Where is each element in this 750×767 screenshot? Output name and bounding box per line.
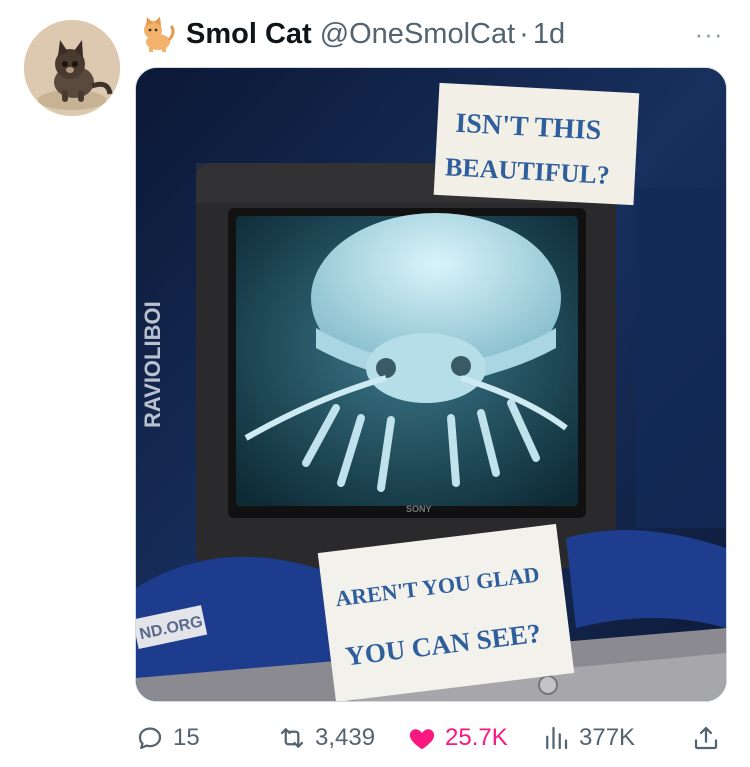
post-media-image[interactable]: SONY ISN'T THIS BEAUTIFUL? RAVIOLIBOI ND… [135, 67, 727, 702]
kitten-avatar-image [24, 20, 120, 116]
more-options-button[interactable]: ··· [692, 14, 726, 54]
display-name[interactable]: Smol Cat [186, 18, 312, 51]
like-count: 25.7K [445, 724, 508, 751]
more-icon: ··· [694, 18, 724, 49]
side-watermark: RAVIOLIBOI [140, 301, 165, 428]
analytics-icon [546, 726, 568, 750]
tv-isopod-photo: SONY ISN'T THIS BEAUTIFUL? RAVIOLIBOI ND… [136, 68, 726, 701]
reply-count: 15 [173, 724, 200, 751]
like-button[interactable]: 25.7K [407, 718, 508, 758]
top-sign: ISN'T THIS BEAUTIFUL? [433, 82, 640, 206]
heart-icon [409, 729, 435, 750]
share-icon [694, 726, 718, 750]
share-button[interactable] [691, 718, 721, 758]
post-timestamp[interactable]: 1d [533, 18, 565, 51]
repost-button[interactable]: 3,439 [277, 718, 375, 758]
repost-count: 3,439 [315, 724, 376, 751]
separator-dot: · [519, 17, 529, 50]
repost-icon [280, 728, 304, 748]
tweet-action-bar: 15 3,439 25.7K 377K [135, 718, 725, 758]
reply-icon [138, 727, 162, 750]
bottom-sign: AREN'T YOU GLAD YOU CAN SEE? [317, 523, 575, 701]
view-count: 377K [579, 724, 636, 751]
user-handle[interactable]: @OneSmolCat [320, 18, 515, 51]
reply-button[interactable]: 15 [135, 718, 200, 758]
tweet-header: Smol Cat @OneSmolCat · 1d ··· [138, 14, 730, 54]
views-button[interactable]: 377K [541, 718, 635, 758]
cat-emoji-icon [144, 17, 175, 52]
tv-brand: SONY [406, 504, 432, 514]
avatar[interactable] [24, 20, 120, 116]
